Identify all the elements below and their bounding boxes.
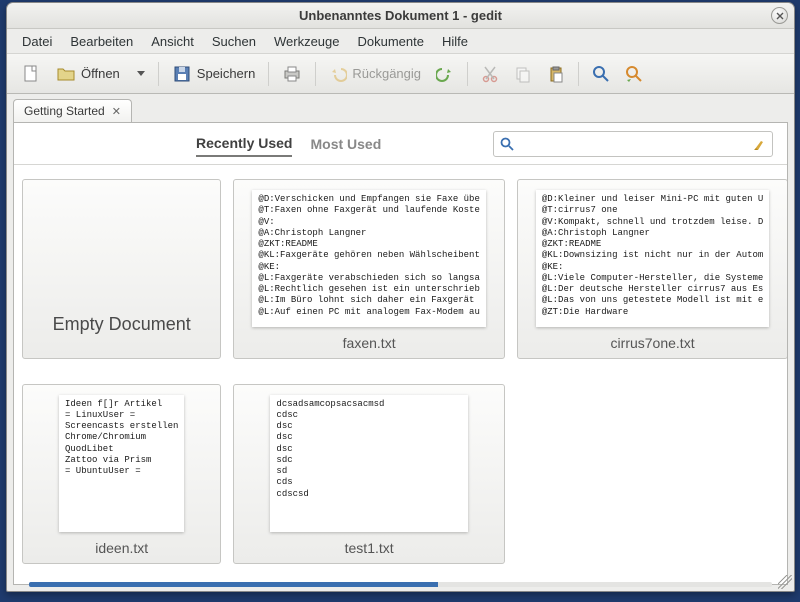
separator <box>467 62 468 86</box>
save-label: Speichern <box>197 66 256 81</box>
menubar: Datei Bearbeiten Ansicht Suchen Werkzeug… <box>7 29 794 54</box>
menu-tools[interactable]: Werkzeuge <box>265 31 349 52</box>
menu-docs[interactable]: Dokumente <box>349 31 433 52</box>
separator <box>578 62 579 86</box>
undo-icon <box>329 65 347 83</box>
card-title: cirrus7one.txt <box>524 329 781 356</box>
tab-most-used[interactable]: Most Used <box>310 132 381 156</box>
card-cirrus7one[interactable]: @D:Kleiner und leiser Mini-PC mit guten … <box>517 179 787 359</box>
copy-button[interactable] <box>508 59 538 89</box>
close-button[interactable] <box>771 7 788 24</box>
folder-open-icon <box>56 64 76 84</box>
broom-icon[interactable] <box>752 137 766 151</box>
toolbar: Öffnen Speichern Rückgängig <box>7 54 794 94</box>
menu-search[interactable]: Suchen <box>203 31 265 52</box>
redo-button[interactable] <box>430 59 460 89</box>
card-faxen[interactable]: @D:Verschicken und Empfangen sie Faxe üb… <box>233 179 504 359</box>
search-input[interactable] <box>520 137 746 151</box>
scissors-icon <box>481 65 499 83</box>
open-button[interactable]: Öffnen <box>50 59 126 89</box>
card-title: Empty Document <box>29 308 214 340</box>
card-preview: @D:Kleiner und leiser Mini-PC mit guten … <box>536 190 769 327</box>
menu-view[interactable]: Ansicht <box>142 31 203 52</box>
progressbar <box>29 582 772 587</box>
redo-icon <box>436 65 454 83</box>
card-test1[interactable]: dcsadsamcopsacsacmsd cdsc dsc dsc dsc sd… <box>233 384 504 564</box>
paste-button[interactable] <box>541 59 571 89</box>
cut-button[interactable] <box>475 59 505 89</box>
separator <box>158 62 159 86</box>
card-ideen[interactable]: Ideen f[]r Artikel = LinuxUser = Screenc… <box>22 384 221 564</box>
content-area: Recently Used Most Used Empty Document @… <box>13 122 788 585</box>
separator <box>268 62 269 86</box>
undo-button[interactable]: Rückgängig <box>323 59 427 89</box>
tab-close-button[interactable]: ✕ <box>112 105 121 118</box>
tab-recently-used[interactable]: Recently Used <box>196 131 292 157</box>
open-dropdown[interactable] <box>129 59 151 89</box>
search-box[interactable] <box>493 131 773 157</box>
card-title: faxen.txt <box>240 329 497 356</box>
chevron-down-icon <box>137 71 145 76</box>
search-icon <box>500 137 514 151</box>
menu-edit[interactable]: Bearbeiten <box>61 31 142 52</box>
document-new-icon <box>21 64 41 84</box>
tab-label: Getting Started <box>24 104 105 118</box>
window-title: Unbenanntes Dokument 1 - gedit <box>299 8 502 23</box>
document-tabbar: Getting Started ✕ <box>7 94 794 122</box>
card-preview: @D:Verschicken und Empfangen sie Faxe üb… <box>252 190 485 327</box>
documents-grid: Empty Document @D:Verschicken und Empfan… <box>14 165 787 584</box>
undo-label: Rückgängig <box>352 66 421 81</box>
titlebar: Unbenanntes Dokument 1 - gedit <box>7 3 794 29</box>
card-title: test1.txt <box>240 534 497 561</box>
printer-icon <box>282 64 302 84</box>
find-button[interactable] <box>586 59 616 89</box>
open-label: Öffnen <box>81 66 120 81</box>
paste-icon <box>547 65 565 83</box>
card-title: ideen.txt <box>29 534 214 561</box>
card-preview: dcsadsamcopsacsacmsd cdsc dsc dsc dsc sd… <box>270 395 467 532</box>
separator <box>315 62 316 86</box>
print-button[interactable] <box>276 59 308 89</box>
resize-grip[interactable] <box>778 575 792 589</box>
menu-help[interactable]: Hilfe <box>433 31 477 52</box>
new-document-button[interactable] <box>15 59 47 89</box>
search-icon <box>592 65 610 83</box>
card-preview <box>41 190 202 306</box>
dashboard-header: Recently Used Most Used <box>14 123 787 165</box>
find-replace-icon <box>625 65 643 83</box>
progressbar-fill <box>29 582 438 587</box>
find-replace-button[interactable] <box>619 59 649 89</box>
close-icon <box>776 12 784 20</box>
card-preview: Ideen f[]r Artikel = LinuxUser = Screenc… <box>59 395 184 532</box>
tab-getting-started[interactable]: Getting Started ✕ <box>13 99 132 122</box>
copy-icon <box>514 65 532 83</box>
card-empty-document[interactable]: Empty Document <box>22 179 221 359</box>
save-button[interactable]: Speichern <box>166 59 262 89</box>
menu-file[interactable]: Datei <box>13 31 61 52</box>
app-window: Unbenanntes Dokument 1 - gedit Datei Bea… <box>6 2 795 592</box>
floppy-icon <box>172 64 192 84</box>
